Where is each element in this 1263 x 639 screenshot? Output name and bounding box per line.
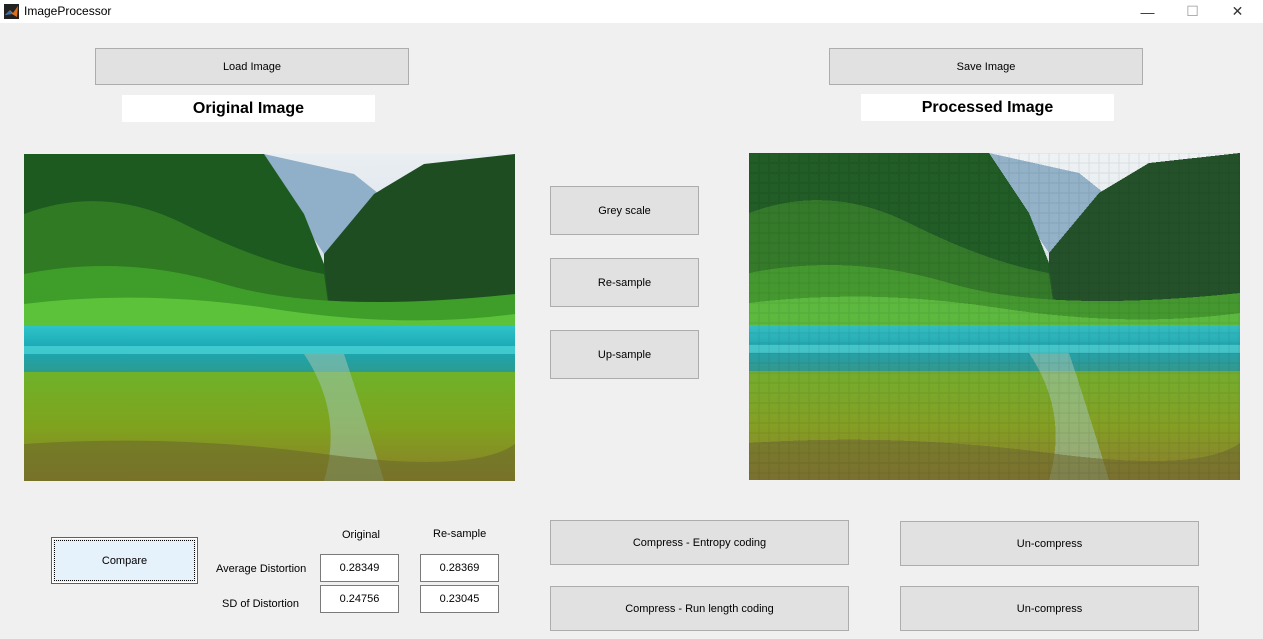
compare-button[interactable]: Compare: [51, 537, 198, 584]
processed-image: [749, 153, 1240, 480]
title-bar: ImageProcessor — ☐ ✕: [0, 0, 1263, 23]
row-label-average-distortion: Average Distortion: [216, 563, 307, 575]
processed-image-heading: Processed Image: [861, 94, 1114, 121]
avg-distortion-resample-field[interactable]: 0.28369: [420, 554, 499, 582]
window-title: ImageProcessor: [24, 4, 112, 18]
compress-entropy-button[interactable]: Compress - Entropy coding: [550, 520, 849, 565]
sd-distortion-resample-field[interactable]: 0.23045: [420, 585, 499, 613]
grey-scale-button[interactable]: Grey scale: [550, 186, 699, 235]
close-button[interactable]: ✕: [1215, 0, 1260, 23]
re-sample-button[interactable]: Re-sample: [550, 258, 699, 307]
compress-rle-button[interactable]: Compress - Run length coding: [550, 586, 849, 631]
maximize-button[interactable]: ☐: [1170, 0, 1215, 23]
matlab-app-icon: [4, 4, 19, 19]
row-label-sd-distortion: SD of Distortion: [222, 598, 300, 610]
column-label-original: Original: [342, 529, 380, 541]
up-sample-button[interactable]: Up-sample: [550, 330, 699, 379]
load-image-button[interactable]: Load Image: [95, 48, 409, 85]
avg-distortion-original-field[interactable]: 0.28349: [320, 554, 399, 582]
uncompress-rle-button[interactable]: Un-compress: [900, 586, 1199, 631]
original-image: [24, 154, 515, 481]
sd-distortion-original-field[interactable]: 0.24756: [320, 585, 399, 613]
column-label-resample: Re-sample: [433, 528, 487, 540]
original-image-heading: Original Image: [122, 95, 375, 122]
uncompress-entropy-button[interactable]: Un-compress: [900, 521, 1199, 566]
save-image-button[interactable]: Save Image: [829, 48, 1143, 85]
minimize-button[interactable]: —: [1125, 0, 1170, 23]
